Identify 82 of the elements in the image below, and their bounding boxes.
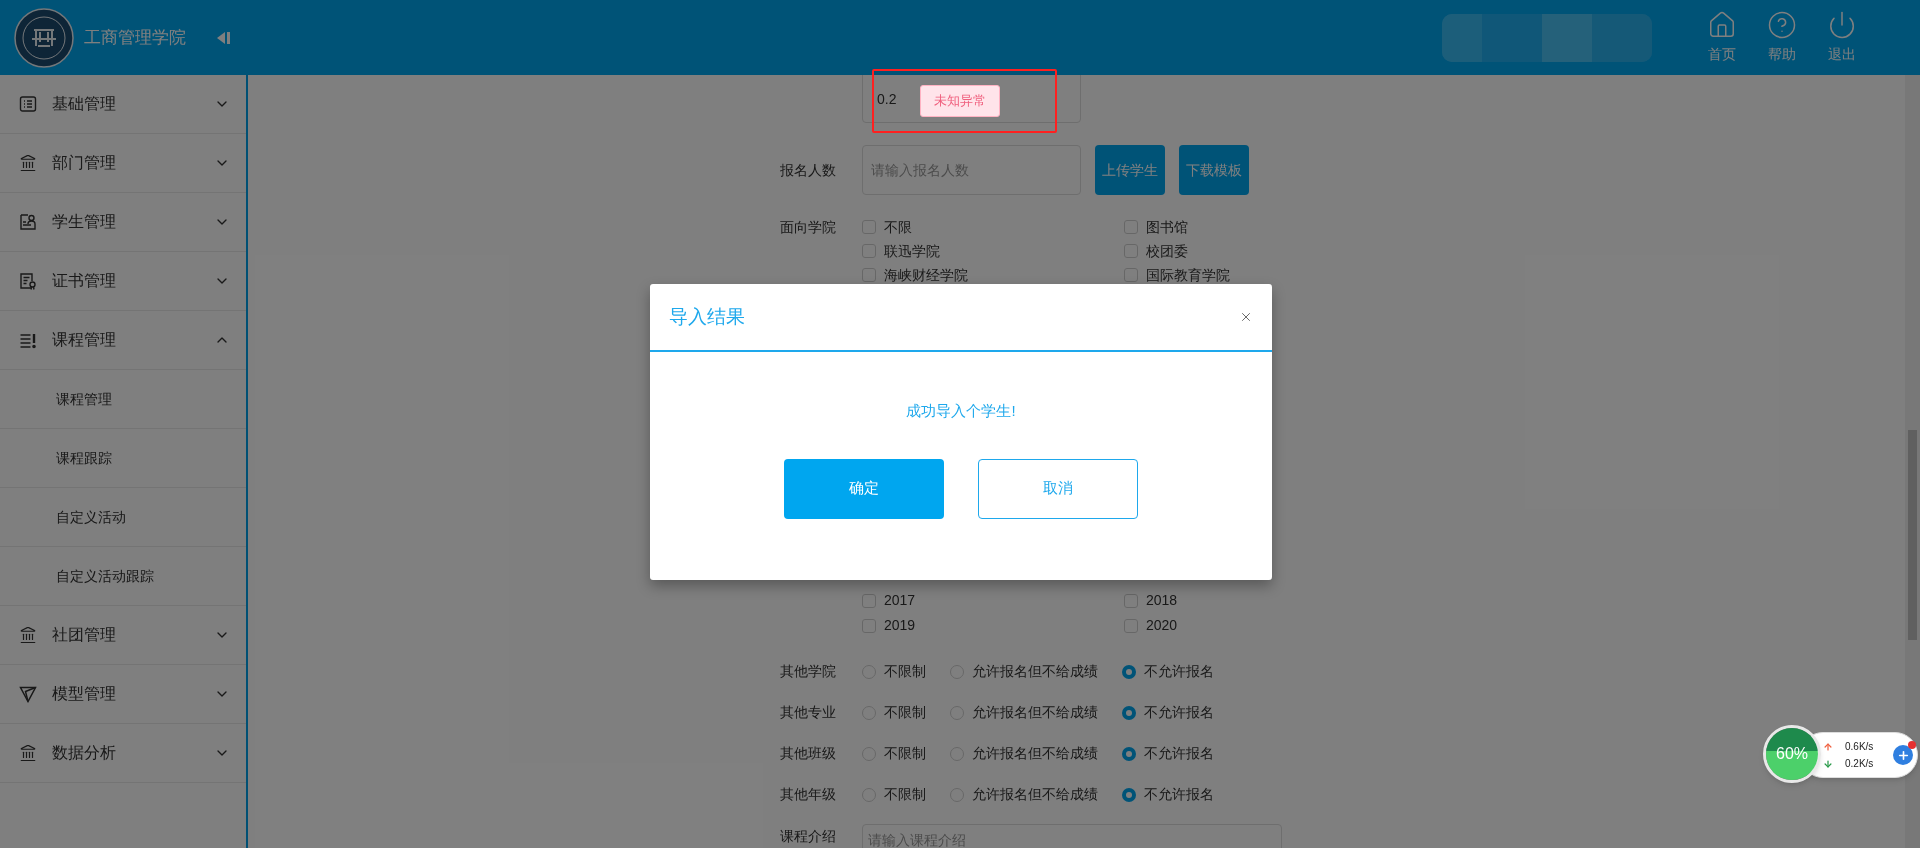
field-label: 其他年级 bbox=[780, 785, 837, 804]
radio-label: 不限制 bbox=[884, 662, 926, 681]
sidebar-item[interactable]: 证书管理 bbox=[0, 252, 246, 311]
triangle-icon bbox=[19, 685, 37, 703]
checkbox[interactable] bbox=[1124, 593, 1138, 608]
home-icon bbox=[1707, 10, 1737, 40]
radio-label: 允许报名但不给成绩 bbox=[972, 662, 1098, 681]
sidebar-item[interactable]: 部门管理 bbox=[0, 134, 246, 193]
sidebar-subitem[interactable]: 自定义活动跟踪 bbox=[0, 547, 246, 606]
radio-label: 不允许报名 bbox=[1144, 703, 1214, 722]
dialog-title: 导入结果 bbox=[669, 304, 745, 329]
checkbox[interactable] bbox=[1124, 618, 1138, 633]
upload-speed: 0.6K/s bbox=[1845, 740, 1874, 754]
sidebar-item[interactable]: 课程管理 bbox=[0, 311, 246, 370]
sidebar-item[interactable]: 数据分析 bbox=[0, 724, 246, 783]
checkbox[interactable] bbox=[862, 220, 876, 234]
radio-button[interactable] bbox=[1122, 664, 1136, 679]
checkbox[interactable] bbox=[862, 244, 876, 258]
checkbox[interactable] bbox=[862, 618, 876, 633]
radio-button[interactable] bbox=[1122, 787, 1136, 802]
radio-label: 允许报名但不给成绩 bbox=[972, 744, 1098, 763]
sidebar-subitem[interactable]: 课程管理 bbox=[0, 370, 246, 429]
scrollbar[interactable] bbox=[1905, 75, 1920, 848]
checkbox-label: 2019 bbox=[884, 616, 916, 635]
certificate-icon bbox=[19, 272, 37, 290]
dialog-message: 成功导入个学生! bbox=[906, 401, 1016, 421]
plus-icon bbox=[1896, 748, 1910, 762]
download-speed: 0.2K/s bbox=[1845, 757, 1874, 771]
field-label: 其他专业 bbox=[780, 703, 837, 722]
checkbox-label: 2020 bbox=[1146, 616, 1178, 635]
checkbox-label: 国际教育学院 bbox=[1146, 265, 1230, 285]
profile-card-icon bbox=[19, 213, 37, 231]
field-label: 其他学院 bbox=[780, 662, 837, 681]
checkbox-label: 联迅学院 bbox=[884, 241, 940, 261]
error-toast: 未知异常 bbox=[920, 85, 1000, 117]
scrollbar-thumb[interactable] bbox=[1908, 430, 1917, 640]
checkbox[interactable] bbox=[862, 593, 876, 608]
sidebar-item[interactable]: 基础管理 bbox=[0, 75, 246, 134]
emblem-icon bbox=[14, 7, 74, 68]
field-label: 报名人数 bbox=[780, 160, 837, 180]
sidebar-subitem[interactable]: 自定义活动 bbox=[0, 488, 246, 547]
help-icon bbox=[1767, 10, 1797, 40]
checkbox[interactable] bbox=[1124, 268, 1138, 282]
sidebar-subitem[interactable]: 课程跟踪 bbox=[0, 429, 246, 488]
bank-icon bbox=[19, 626, 37, 644]
checkbox[interactable] bbox=[1124, 220, 1138, 234]
sidebar-item[interactable]: 模型管理 bbox=[0, 665, 246, 724]
upload-arrow-icon bbox=[1823, 741, 1833, 752]
sidebar-item[interactable]: 学生管理 bbox=[0, 193, 246, 252]
radio-label: 不限制 bbox=[884, 703, 926, 722]
field-label: 面向学院 bbox=[780, 218, 837, 237]
radio-label: 允许报名但不给成绩 bbox=[972, 785, 1098, 804]
radio-label: 不允许报名 bbox=[1144, 662, 1214, 681]
radio-label: 不允许报名 bbox=[1144, 744, 1214, 763]
radio-button[interactable] bbox=[1122, 746, 1136, 761]
power-icon bbox=[1827, 10, 1857, 40]
checkbox-label: 图书馆 bbox=[1146, 217, 1188, 237]
checkbox-label: 2018 bbox=[1146, 591, 1178, 610]
checkbox-label: 不限 bbox=[884, 217, 912, 237]
radio-label: 允许报名但不给成绩 bbox=[972, 703, 1098, 722]
app-title: 工商管理学院 bbox=[84, 26, 186, 49]
field-label: 其他班级 bbox=[780, 744, 837, 763]
checkbox-label: 2017 bbox=[884, 591, 916, 610]
checkbox-label: 校团委 bbox=[1146, 241, 1188, 261]
close-icon[interactable] bbox=[1239, 310, 1253, 324]
checkbox-label: 海峡财经学院 bbox=[884, 265, 968, 285]
download-arrow-icon bbox=[1823, 758, 1833, 769]
checkbox[interactable] bbox=[1124, 244, 1138, 258]
confirm-button[interactable]: 确定 bbox=[784, 458, 944, 519]
bank-icon bbox=[19, 154, 37, 172]
radio-label: 不限制 bbox=[884, 744, 926, 763]
bank-icon bbox=[19, 744, 37, 762]
radio-label: 不允许报名 bbox=[1144, 785, 1214, 804]
radio-label: 不限制 bbox=[884, 785, 926, 804]
cancel-button[interactable]: 取消 bbox=[978, 458, 1138, 519]
checkbox[interactable] bbox=[862, 268, 876, 282]
list-alert-icon bbox=[19, 331, 37, 349]
radio-button[interactable] bbox=[1122, 705, 1136, 720]
sidebar-item[interactable]: 社团管理 bbox=[0, 606, 246, 665]
field-label: 课程介绍 bbox=[780, 827, 837, 846]
collapse-sidebar-icon[interactable] bbox=[215, 29, 231, 46]
list-icon bbox=[19, 95, 37, 113]
